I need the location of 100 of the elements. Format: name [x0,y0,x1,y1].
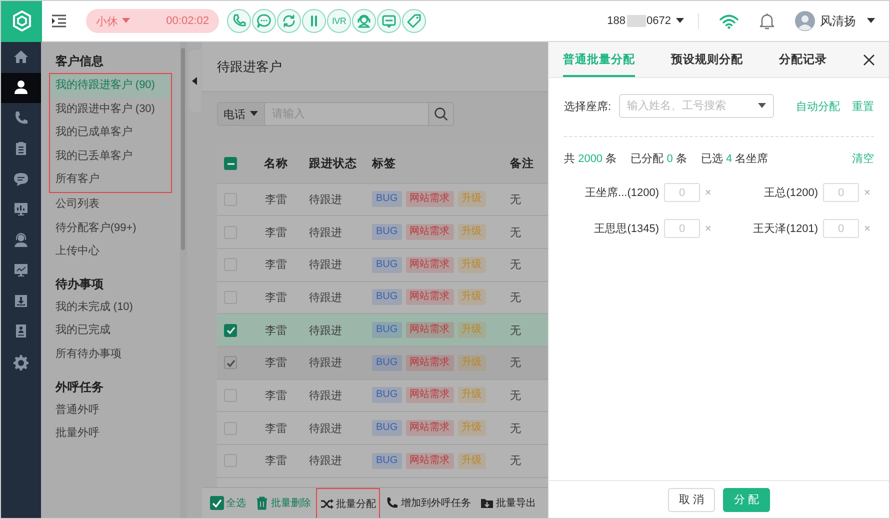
table-cell-text: 待跟进 [308,192,343,207]
tab[interactable]: 分配记录 [779,42,828,77]
user-menu[interactable]: 风清扬 [795,11,875,31]
action-button[interactable]: 批量删除 [250,488,315,518]
home-icon [13,48,30,66]
table-cell-text: 无 [508,290,522,305]
tag: BUG [372,452,402,469]
link[interactable]: 重置 [852,98,874,114]
table-cell-text: 无 [508,388,522,403]
table-cell-text: 待跟进 [308,290,343,305]
cancel-button[interactable]: 取 消 [668,488,716,512]
count-field[interactable]: 0 [664,219,700,238]
caret-icon [867,18,875,24]
action-button[interactable]: 批量分配 [316,488,380,518]
sidebar-item[interactable]: 我的已完成 [41,319,180,343]
count-field[interactable]: 0 [664,183,700,202]
agent-label: 王天泽(1201) [753,222,818,236]
agent-select-field[interactable]: 输入姓名、工号搜索 [619,94,774,118]
scrollbar-thumb[interactable] [180,48,185,250]
table-cell-text: 李雷 [264,356,288,370]
agent-label: 王思思(1345) [594,222,660,236]
sidebar-item[interactable]: 我的已丢单客户 [50,144,172,168]
headset-button[interactable] [352,9,376,33]
clear-link[interactable]: 清空 [852,151,874,166]
phone-icon [384,496,399,510]
phone-number-suffix: 0672 [646,15,671,27]
check-icon [226,358,236,368]
trash-icon [254,496,269,510]
sidebar-item[interactable]: 公司列表 [41,192,180,217]
table-cell-text: 无 [508,258,522,272]
ivr-button[interactable]: IVR [327,9,351,33]
agent-label: 王坐席...(1200) [585,186,660,200]
download-box-icon [13,292,30,310]
sidebar-item[interactable]: 待分配客户(99+) [41,216,180,240]
tag: 网站需求 [406,256,454,273]
checkbox[interactable] [224,157,238,170]
table-cell-text: 李雷 [264,388,288,403]
sidebar-item[interactable]: 所有待办事项 [41,342,180,367]
caret-icon[interactable] [758,103,766,109]
column-header: 名称 [262,156,289,172]
select-all-checkbox[interactable]: 全选 [206,488,250,518]
tag: BUG [372,224,402,240]
table-cell-text: 待跟进 [308,454,343,468]
sidebar-item[interactable]: 普通外呼 [41,398,180,422]
table-cell-text: 无 [508,226,522,240]
sidebar-item[interactable]: 所有客户 [50,168,172,192]
tag: BUG [372,191,402,208]
tag: 升级 [458,256,486,273]
action-button[interactable]: 增加到外呼任务 [380,488,475,518]
table-cell-text: 待跟进 [308,258,343,272]
checkbox[interactable] [224,324,238,337]
agent-icon [13,232,30,249]
table-cell-text: 李雷 [264,422,288,436]
sidebar-item[interactable]: 批量外呼 [41,422,180,446]
chat-button[interactable] [252,9,276,33]
tag: 升级 [458,420,486,436]
close-icon[interactable] [863,54,876,66]
tag-button[interactable] [402,9,426,33]
table-cell-text: 李雷 [264,454,288,468]
tag: 升级 [458,322,486,338]
section-heading: 客户信息 [54,53,104,70]
tag: 升级 [458,289,486,306]
count-field[interactable]: 0 [823,183,860,202]
sidebar-item[interactable]: 我的已成单客户 [50,121,172,145]
column-header: 标签 [372,156,397,172]
tab[interactable]: 预设规则分配 [671,42,744,77]
search-type-dropdown[interactable]: 电话 [216,102,265,126]
tag: 网站需求 [406,452,454,469]
menu-icon[interactable] [51,14,67,28]
chat-icon [255,12,273,30]
table-cell-text: 无 [508,454,522,468]
tag: 升级 [458,224,486,240]
search-icon [434,107,448,121]
tag: BUG [372,322,402,338]
section-heading: 外呼任务 [54,378,104,396]
check-icon [226,325,236,336]
sidebar-item[interactable]: 我的跟进中客户 (30) [50,98,172,122]
refresh-button[interactable] [277,9,301,33]
submit-button[interactable]: 分 配 [723,488,770,512]
sidebar-item[interactable]: 我的未完成 (10) [41,296,180,320]
collapse-tab[interactable] [188,50,201,112]
bell-icon[interactable] [759,12,775,30]
link[interactable]: 自动分配 [796,98,840,114]
tag-icon [405,12,423,30]
phone-button[interactable] [227,9,251,33]
table-cell-text: 李雷 [264,226,288,240]
sidebar-item[interactable]: 上传中心 [41,240,180,264]
summary-text: 已选 4 名坐席 [700,152,768,166]
caret-icon [122,18,130,24]
agent-label: 王总(1200) [764,186,818,200]
tag: BUG [372,354,402,371]
message-box-button[interactable] [377,9,401,33]
tag: 网站需求 [406,191,454,208]
nav-button[interactable] [1,72,42,103]
field-label: 选择座席: [564,100,612,114]
search-button[interactable] [428,102,454,126]
action-button[interactable]: 批量导出 [476,488,540,518]
pause-button[interactable] [302,9,326,33]
count-field[interactable]: 0 [823,219,860,238]
caret-icon[interactable] [676,18,684,24]
